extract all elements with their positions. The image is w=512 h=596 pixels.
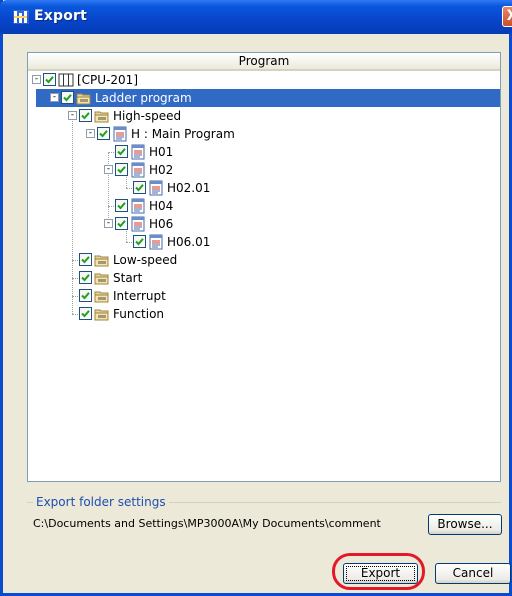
tree-node-label: H04 (149, 199, 174, 213)
tree-node-label: [CPU-201] (77, 73, 138, 87)
export-dialog: Export X Program - [CPU-201] - Ladder progr… (0, 0, 512, 596)
tree-node-label: Function (113, 307, 165, 321)
browse-button[interactable]: Browse... (428, 514, 502, 535)
checkbox[interactable] (115, 145, 128, 158)
collapse-toggle-icon[interactable]: - (104, 165, 113, 174)
tree-node-label: H02.01 (167, 181, 211, 195)
collapse-toggle-icon[interactable]: - (50, 93, 59, 102)
tree-node-interrupt[interactable]: Interrupt (28, 287, 500, 305)
tree-node-label: High-speed (113, 109, 182, 123)
tree-node-low-speed[interactable]: Low-speed (28, 251, 500, 269)
checkbox[interactable] (115, 217, 128, 230)
column-header-program[interactable]: Program (28, 53, 500, 71)
close-icon: X (506, 8, 512, 24)
program-tree-panel: Program - [CPU-201] - Ladder program - High-s… (27, 52, 501, 482)
program-icon (130, 162, 146, 178)
tree-node-label: H : Main Program (131, 127, 235, 141)
tree-node-label: H01 (149, 145, 174, 159)
folder-icon (76, 90, 92, 106)
tree-node-h02-01[interactable]: H02.01 (28, 179, 500, 197)
tree-node-h06[interactable]: - H06 (28, 215, 500, 233)
checkbox[interactable] (43, 73, 56, 86)
folder-icon (94, 252, 110, 268)
tree-node-label: H06 (149, 217, 174, 231)
tree-node-label: Start (113, 271, 143, 285)
export-button[interactable]: Export (343, 563, 418, 584)
tree-node-h01[interactable]: H01 (28, 143, 500, 161)
folder-icon (94, 306, 110, 322)
checkbox[interactable] (61, 91, 74, 104)
tree-node-label: H02 (149, 163, 174, 177)
folder-path-text: C:\Documents and Settings\MP3000A\My Doc… (33, 517, 381, 530)
folder-icon (94, 288, 110, 304)
tree-node-high-speed[interactable]: - High-speed (28, 107, 500, 125)
program-icon (130, 216, 146, 232)
cancel-button[interactable]: Cancel (435, 563, 511, 584)
checkbox[interactable] (79, 253, 92, 266)
tree-node-h02[interactable]: - H02 (28, 161, 500, 179)
folder-icon (94, 108, 110, 124)
collapse-toggle-icon[interactable]: - (86, 129, 95, 138)
cpu-icon (58, 72, 74, 88)
program-icon (112, 126, 128, 142)
tree-node-cpu[interactable]: - [CPU-201] (28, 71, 500, 89)
tree-node-label: Low-speed (113, 253, 178, 267)
program-icon (130, 144, 146, 160)
close-button[interactable]: X (502, 6, 512, 27)
program-icon (148, 180, 164, 196)
collapse-toggle-icon[interactable]: - (104, 219, 113, 228)
tree-node-label: Interrupt (113, 289, 166, 303)
checkbox[interactable] (79, 109, 92, 122)
tree-node-label: Ladder program (95, 91, 192, 105)
checkbox[interactable] (115, 199, 128, 212)
app-icon (13, 10, 29, 24)
collapse-toggle-icon[interactable]: - (68, 111, 77, 120)
checkbox[interactable] (133, 181, 146, 194)
checkbox[interactable] (97, 127, 110, 140)
tree-node-main-program[interactable]: - H : Main Program (28, 125, 500, 143)
checkbox[interactable] (115, 163, 128, 176)
tree-node-label: H06.01 (167, 235, 211, 249)
program-icon (130, 198, 146, 214)
folder-icon (94, 270, 110, 286)
export-folder-group-title: Export folder settings (33, 495, 169, 509)
program-icon (148, 234, 164, 250)
collapse-toggle-icon[interactable]: - (32, 75, 41, 84)
program-tree[interactable]: - [CPU-201] - Ladder program - High-speed - H :… (28, 71, 500, 481)
window-title: Export (34, 8, 88, 24)
tree-node-h04[interactable]: H04 (28, 197, 500, 215)
tree-node-h06-01[interactable]: H06.01 (28, 233, 500, 251)
tree-node-ladder[interactable]: - Ladder program (28, 89, 500, 107)
checkbox[interactable] (79, 271, 92, 284)
title-bar[interactable]: Export (0, 0, 512, 34)
tree-node-function[interactable]: Function (28, 305, 500, 323)
checkbox[interactable] (79, 289, 92, 302)
checkbox[interactable] (133, 235, 146, 248)
tree-node-start[interactable]: Start (28, 269, 500, 287)
checkbox[interactable] (79, 307, 92, 320)
